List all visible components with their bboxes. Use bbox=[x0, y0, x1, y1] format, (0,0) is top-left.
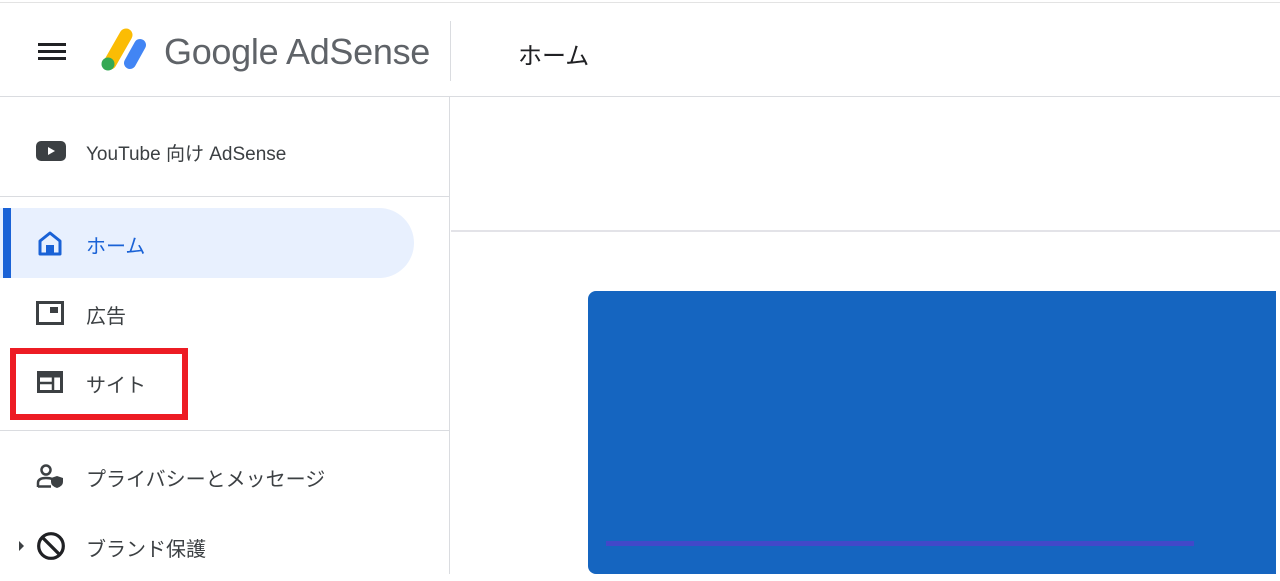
home-icon bbox=[38, 231, 62, 256]
main-top-section bbox=[451, 97, 1280, 232]
active-indicator bbox=[3, 208, 11, 278]
sidebar: YouTube 向け AdSense ホーム 広告 サイト プライバシーとメッセ… bbox=[0, 97, 450, 574]
youtube-icon bbox=[36, 141, 66, 161]
sites-icon bbox=[37, 371, 63, 393]
sidebar-item-sites[interactable]: サイト bbox=[0, 347, 449, 417]
hamburger-menu-icon[interactable] bbox=[38, 43, 66, 63]
overview-card bbox=[588, 291, 1276, 574]
block-icon bbox=[37, 532, 65, 560]
privacy-messaging-icon bbox=[36, 464, 63, 488]
sidebar-item-label: サイト bbox=[86, 375, 146, 397]
app-header: Google AdSense ホーム bbox=[0, 3, 1280, 97]
sidebar-item-label: ホーム bbox=[86, 236, 146, 258]
ads-icon bbox=[36, 301, 64, 325]
header-divider bbox=[450, 21, 451, 81]
sidebar-item-privacy[interactable]: プライバシーとメッセージ bbox=[0, 441, 449, 511]
sidebar-item-brand-safety[interactable]: ブランド保護 bbox=[0, 511, 449, 581]
main-content bbox=[451, 97, 1280, 574]
sidebar-item-home[interactable]: ホーム bbox=[0, 208, 449, 278]
sidebar-item-label: YouTube 向け AdSense bbox=[86, 144, 287, 165]
page-title: ホーム bbox=[518, 43, 590, 70]
sidebar-item-ads[interactable]: 広告 bbox=[0, 278, 449, 348]
card-progress-line bbox=[606, 541, 1194, 546]
sidebar-item-label: プライバシーとメッセージ bbox=[86, 469, 326, 491]
sidebar-item-youtube[interactable]: YouTube 向け AdSense bbox=[0, 97, 449, 197]
google-adsense-logo-icon bbox=[101, 28, 146, 71]
sidebar-item-label: 広告 bbox=[86, 306, 126, 328]
sidebar-item-label: ブランド保護 bbox=[86, 539, 206, 561]
expand-caret-icon[interactable] bbox=[19, 541, 24, 551]
app-name: Google AdSense bbox=[164, 31, 431, 72]
sidebar-divider bbox=[0, 430, 449, 431]
